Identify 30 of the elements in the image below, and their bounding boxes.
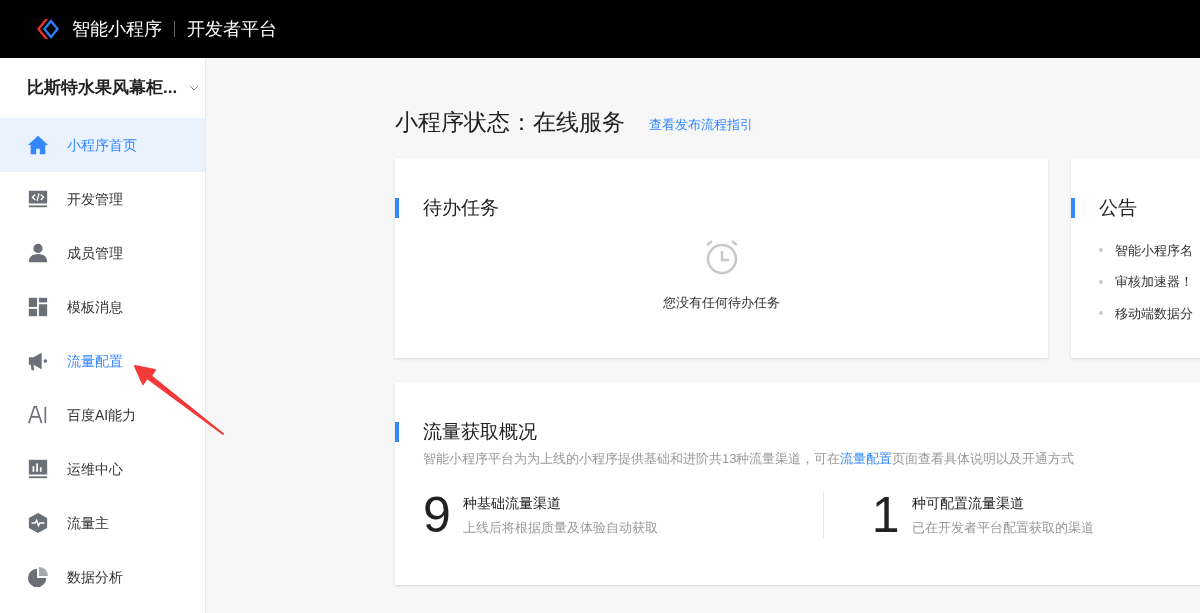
notice-link[interactable]: 审核加速器！	[1115, 272, 1193, 292]
traffic-config-link[interactable]: 流量配置	[840, 450, 893, 466]
stat-description: 已在开发者平台配置获取的渠道	[911, 518, 1094, 537]
stat-number: 9	[423, 490, 451, 540]
stat-label: 种基础流量渠道	[462, 493, 562, 513]
megaphone-icon	[27, 350, 49, 372]
chevron-down-icon	[189, 85, 200, 91]
stat-number: 1	[871, 490, 900, 540]
grid-icon	[27, 296, 49, 318]
logo-icon	[36, 18, 60, 40]
bar-chart-icon	[27, 458, 49, 480]
card-title: 待办任务	[423, 196, 499, 220]
product-name: 智能小程序	[72, 17, 162, 41]
empty-message: 您没有任何待办任务	[663, 293, 780, 312]
notice-link[interactable]: 移动端数据分	[1115, 303, 1193, 323]
card-title: 流量获取概况	[423, 420, 537, 444]
pie-chart-icon	[27, 566, 49, 588]
stat-label: 种可配置流量渠道	[911, 493, 1025, 513]
traffic-description: 智能小程序平台为为上线的小程序提供基础和进阶共13种流量渠道，可在流量配置页面查看具体说明以及开通方式	[423, 449, 1076, 468]
code-icon	[27, 188, 49, 210]
notice-link[interactable]: 智能小程序名	[1115, 240, 1193, 260]
home-icon	[27, 134, 49, 156]
stat-description: 上线后将根据质量及体验自动获取	[462, 518, 658, 537]
app-selector[interactable]: 比斯特水果风幕柜...	[0, 58, 205, 118]
person-icon	[27, 242, 49, 264]
ai-icon	[27, 404, 49, 426]
card-title: 公告	[1099, 196, 1137, 220]
status-title: 小程序状态：在线服务	[395, 111, 625, 134]
platform-name: 开发者平台	[187, 17, 277, 41]
pulse-hexagon-icon	[27, 512, 49, 534]
